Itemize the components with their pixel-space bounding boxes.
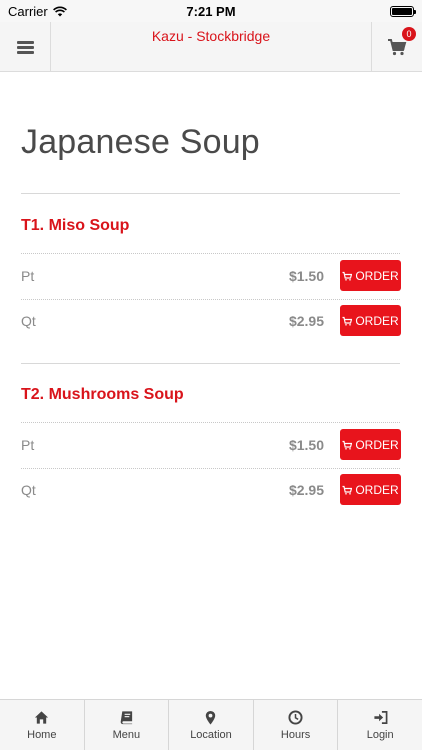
- tab-label: Hours: [280, 728, 311, 741]
- title-divider: [21, 193, 400, 194]
- price-label: $1.50: [288, 437, 324, 453]
- size-label: Pt: [21, 268, 35, 284]
- order-button-label: ORDER: [355, 313, 399, 328]
- hamburger-menu-button[interactable]: [0, 22, 51, 72]
- cart-button[interactable]: 0: [371, 22, 422, 72]
- location-pin-icon: [206, 710, 216, 725]
- tab-label: Menu: [112, 728, 141, 741]
- price-label: $1.50: [288, 268, 324, 284]
- row-divider: [21, 422, 400, 423]
- tab-label: Login: [366, 728, 394, 741]
- tab-label: Home: [27, 728, 57, 741]
- size-label: Qt: [21, 482, 36, 498]
- home-icon: [35, 710, 49, 724]
- order-button-label: ORDER: [355, 437, 399, 452]
- app-header: Kazu - Stockbridge 0: [0, 22, 422, 72]
- section-divider: [21, 363, 400, 364]
- row-divider: [21, 253, 400, 254]
- login-icon: [374, 710, 388, 724]
- cart-icon: [342, 271, 353, 281]
- menu-item-name: T1. Miso Soup: [21, 217, 130, 234]
- cart-icon: [342, 316, 353, 326]
- cart-icon: 0: [387, 27, 416, 57]
- size-label: Qt: [21, 313, 36, 329]
- tab-menu[interactable]: Menu: [85, 700, 170, 750]
- tab-home[interactable]: Home: [0, 700, 85, 750]
- tab-location[interactable]: Location: [169, 700, 254, 750]
- battery-icon: [390, 5, 416, 17]
- row-divider: [21, 468, 400, 469]
- menu-item-name: T2. Mushrooms Soup: [21, 386, 184, 403]
- cart-icon: [342, 440, 353, 450]
- page-title: Japanese Soup: [21, 123, 260, 161]
- restaurant-title: Kazu - Stockbridge: [151, 28, 271, 44]
- tab-label: Location: [190, 728, 232, 741]
- order-button[interactable]: ORDER: [340, 305, 401, 336]
- tab-hours[interactable]: Hours: [254, 700, 339, 750]
- price-label: $2.95: [288, 482, 324, 498]
- cart-count-badge: 0: [402, 27, 416, 41]
- order-button-label: ORDER: [355, 482, 399, 497]
- carrier-label: Carrier: [8, 3, 48, 19]
- wifi-icon: [52, 6, 67, 16]
- hamburger-icon: [16, 40, 34, 54]
- order-button[interactable]: ORDER: [340, 260, 401, 291]
- book-icon: [120, 710, 133, 724]
- bottom-tab-bar: Home Menu Location Hours Login: [0, 699, 422, 750]
- row-divider: [21, 299, 400, 300]
- cart-icon: [342, 485, 353, 495]
- order-button-label: ORDER: [355, 268, 399, 283]
- status-left: Carrier: [8, 4, 67, 19]
- price-label: $2.95: [288, 313, 324, 329]
- clock-icon: [288, 709, 303, 725]
- order-button[interactable]: ORDER: [340, 429, 401, 460]
- size-label: Pt: [21, 437, 35, 453]
- order-button[interactable]: ORDER: [340, 474, 401, 505]
- tab-login[interactable]: Login: [338, 700, 422, 750]
- status-bar: Carrier 7:21 PM: [0, 0, 422, 22]
